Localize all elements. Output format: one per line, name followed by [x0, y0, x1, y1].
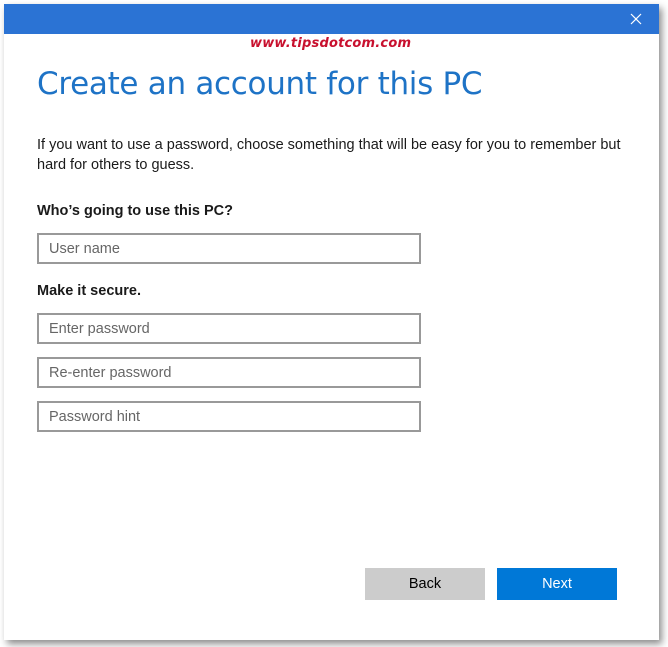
- next-button[interactable]: Next: [497, 568, 617, 600]
- dialog-body: www.tipsdotcom.com Create an account for…: [4, 4, 659, 640]
- dialog-window: www.tipsdotcom.com Create an account for…: [4, 4, 659, 640]
- intro-text: If you want to use a password, choose so…: [37, 137, 621, 173]
- watermark-text: www.tipsdotcom.com: [250, 36, 412, 51]
- user-section-label: Who’s going to use this PC?: [37, 203, 234, 219]
- secure-section-label: Make it secure.: [37, 283, 141, 299]
- back-button[interactable]: Back: [365, 568, 485, 600]
- close-icon: [630, 13, 642, 25]
- page-title: Create an account for this PC: [37, 66, 483, 102]
- screenshot-canvas: www.tipsdotcom.com Create an account for…: [0, 0, 668, 647]
- close-button[interactable]: [613, 4, 659, 34]
- password-hint-field[interactable]: [37, 401, 421, 432]
- title-bar: [4, 4, 659, 34]
- password-field[interactable]: [37, 313, 421, 344]
- reenter-password-field[interactable]: [37, 357, 421, 388]
- username-field[interactable]: [37, 233, 421, 264]
